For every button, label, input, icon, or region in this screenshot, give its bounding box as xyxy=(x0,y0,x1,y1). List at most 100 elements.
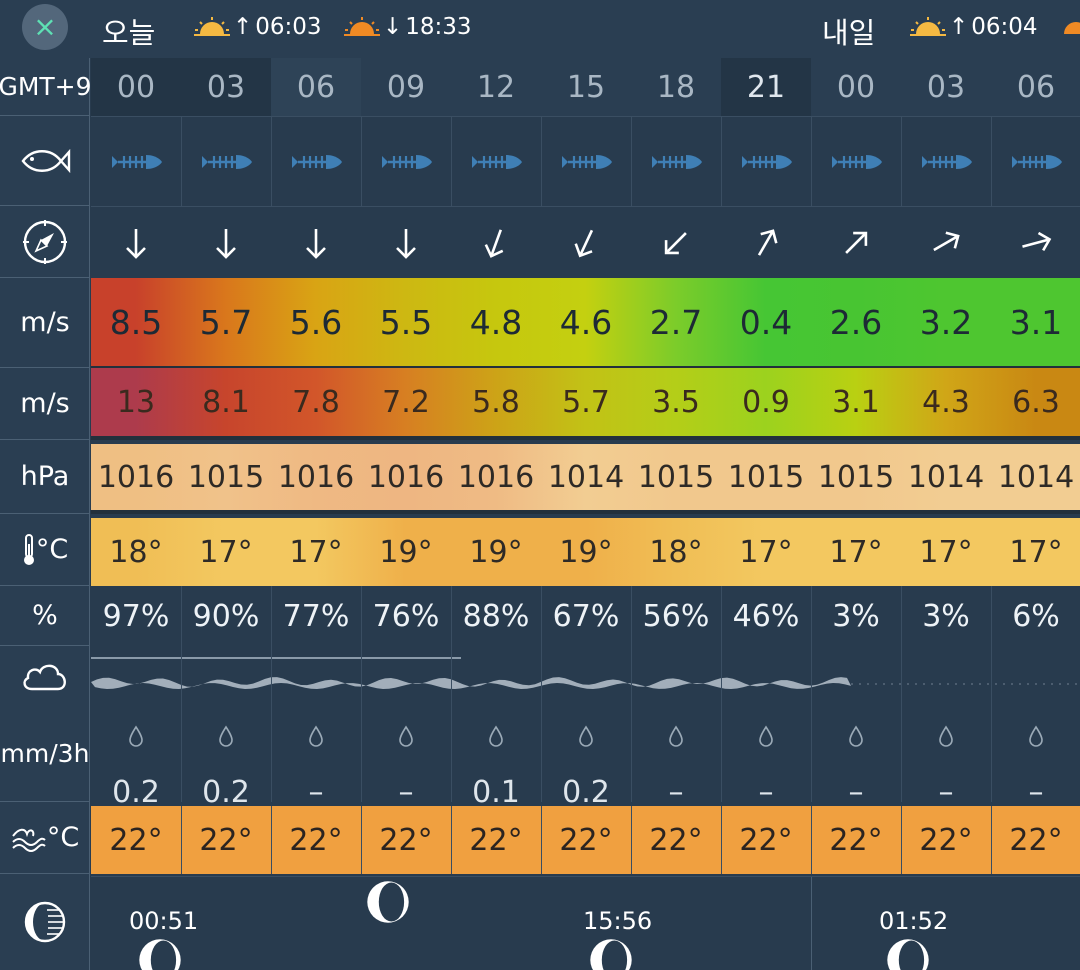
precipitation-cell: – xyxy=(721,706,811,810)
wind-gust-value: 4.3 xyxy=(922,384,970,420)
hour-cell[interactable]: 03 xyxy=(901,58,991,116)
fish-skeleton-icon xyxy=(721,117,811,206)
compass-icon[interactable] xyxy=(0,206,90,278)
column-divider xyxy=(451,117,452,206)
column-divider xyxy=(181,586,182,646)
pressure-unit: hPa xyxy=(0,440,90,514)
fish-skeleton-icon xyxy=(271,117,361,206)
hour-cell[interactable]: 03 xyxy=(181,58,271,116)
pressure-value: 1014 xyxy=(547,459,625,495)
precipitation-cell: 0.2 xyxy=(91,706,181,810)
wind-gust-value: 7.8 xyxy=(292,384,340,420)
wind-gust-value: 0.9 xyxy=(742,384,790,420)
column-divider xyxy=(721,117,722,206)
precipitation-value: 0.2 xyxy=(562,775,610,810)
humidity-value: 77% xyxy=(282,598,350,634)
raindrop-icon xyxy=(128,720,144,755)
raindrop-icon xyxy=(578,720,594,755)
precipitation-value: – xyxy=(938,775,954,810)
temperature-row: 18° 17° 17° 19° 19° 19° 18° 17° 17° 17° 17° xyxy=(91,518,1080,586)
hour-cell[interactable]: 00 xyxy=(91,58,181,116)
wind-arrow-icon xyxy=(91,207,181,278)
wind-speed-value: 0.4 xyxy=(739,302,793,342)
hour-cell[interactable]: 18 xyxy=(631,58,721,116)
column-divider xyxy=(901,706,902,802)
moonrise-time: 00:51 xyxy=(129,907,199,935)
cloud-icon[interactable] xyxy=(0,646,90,706)
column-divider xyxy=(361,646,362,706)
wind-arrow-icon xyxy=(271,207,361,278)
fish-activity-row xyxy=(91,116,1080,206)
temperature-value: 17° xyxy=(829,534,883,570)
sea-temperature-value: 22° xyxy=(919,822,973,858)
column-divider xyxy=(361,706,362,802)
sea-temperature-value: 22° xyxy=(1009,822,1063,858)
column-divider xyxy=(361,586,362,646)
close-icon[interactable]: × xyxy=(22,4,68,50)
column-divider xyxy=(541,117,542,206)
wind-gust-value: 7.2 xyxy=(382,384,430,420)
column-divider xyxy=(451,706,452,802)
hour-cell[interactable]: 09 xyxy=(361,58,451,116)
column-divider xyxy=(361,117,362,206)
sea-temperature-value: 22° xyxy=(199,822,253,858)
humidity-value: 46% xyxy=(732,598,800,634)
wind-gust-value: 5.8 xyxy=(472,384,520,420)
wind-arrow-icon xyxy=(541,207,631,278)
column-divider xyxy=(721,706,722,802)
moon-time: 15:56 xyxy=(583,907,653,935)
humidity-value: 3% xyxy=(922,598,970,634)
hour-cell[interactable]: 00 xyxy=(811,58,901,116)
moon-phase-icon[interactable] xyxy=(0,874,90,970)
column-divider xyxy=(901,806,902,874)
wind-gust-value: 8.1 xyxy=(202,384,250,420)
wind-arrow-icon xyxy=(811,207,901,278)
column-divider xyxy=(271,646,272,706)
hour-cell[interactable]: 15 xyxy=(541,58,631,116)
column-divider xyxy=(811,706,812,802)
pressure-value: 1016 xyxy=(457,459,535,495)
up-arrow-icon: ↑ xyxy=(233,14,253,40)
precipitation-cell: – xyxy=(811,706,901,810)
humidity-value: 67% xyxy=(552,598,620,634)
wind-arrow-icon xyxy=(361,207,451,278)
up-arrow-icon: ↑ xyxy=(949,14,969,40)
temperature-value: 19° xyxy=(379,534,433,570)
top-bar: × 오늘 ↑ 06:03 ↓ 18:33 내일 ↑ 06:04 xyxy=(0,0,1080,58)
row-labels: GMT+9 m/s m/s hPa °C % mm/3h °C xyxy=(0,58,92,970)
hour-cell[interactable]: 06 xyxy=(991,58,1080,116)
raindrop-icon xyxy=(398,720,414,755)
temperature-unit: °C xyxy=(35,534,69,565)
wind-speed-row: 8.5 5.7 5.6 5.5 4.8 4.6 2.7 0.4 2.6 3.2 3.1 xyxy=(91,278,1080,368)
wind-arrow-icon xyxy=(721,207,811,278)
precipitation-cell: – xyxy=(901,706,991,810)
fish-skeleton-icon xyxy=(631,117,721,206)
pressure-value: 1016 xyxy=(367,459,445,495)
wind-direction-row xyxy=(91,206,1080,278)
cloud-cover-row xyxy=(91,646,1080,706)
precipitation-value: – xyxy=(308,775,324,810)
hour-cell[interactable]: 06 xyxy=(271,58,361,116)
temperature-value: 17° xyxy=(739,534,793,570)
fish-icon[interactable] xyxy=(0,116,90,206)
hour-cell[interactable]: 21 xyxy=(721,58,811,116)
pressure-row: 1016 1015 1016 1016 1016 1014 1015 1015 1015 1014… xyxy=(91,444,1080,514)
precipitation-value: – xyxy=(758,775,774,810)
column-divider xyxy=(181,117,182,206)
column-divider xyxy=(991,586,992,646)
wind-speed-value: 3.1 xyxy=(1009,302,1063,342)
hour-cell[interactable]: 12 xyxy=(451,58,541,116)
column-divider xyxy=(811,586,812,646)
column-divider xyxy=(631,706,632,802)
sunrise-icon xyxy=(194,17,230,36)
column-divider xyxy=(721,646,722,706)
pressure-value: 1016 xyxy=(97,459,175,495)
sea-temperature-value: 22° xyxy=(649,822,703,858)
pressure-value: 1014 xyxy=(997,459,1075,495)
column-divider xyxy=(271,586,272,646)
precipitation-unit: mm/3h xyxy=(0,706,90,802)
wind-speed-value: 8.5 xyxy=(109,302,163,342)
wind-speed-value: 5.6 xyxy=(289,302,343,342)
sea-temperature-unit: °C xyxy=(46,822,80,853)
humidity-value: 90% xyxy=(192,598,260,634)
